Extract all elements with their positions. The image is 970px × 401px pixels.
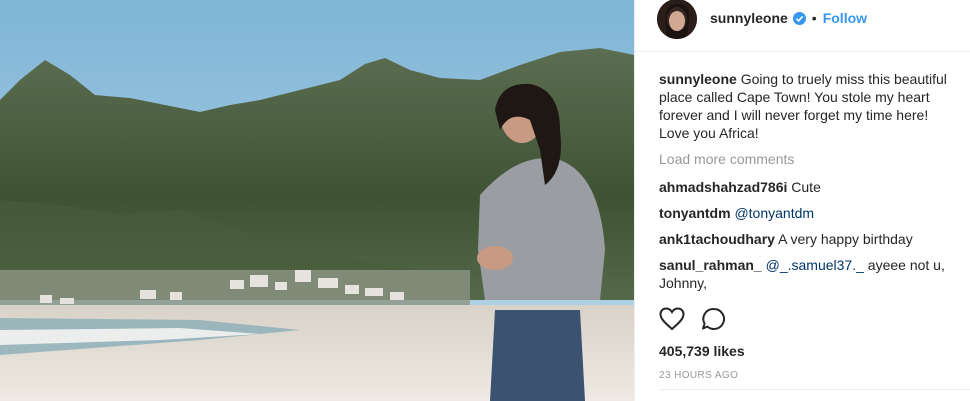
comment-item: tonyantdm @tonyantdm [659,204,959,222]
footer-divider [659,389,970,390]
post-photo[interactable] [0,0,634,401]
author-username[interactable]: sunnyleone [710,10,788,26]
comment-item: sanul_rahman_ @_.samuel37._ ayeee not u,… [659,256,959,292]
beach-mountain-photo [0,0,634,401]
comment-mention-link[interactable]: @tonyantdm [734,205,814,221]
comment-bubble-icon[interactable] [701,307,727,336]
follow-button[interactable]: Follow [823,10,867,26]
post-header: sunnyleone • Follow [635,0,970,39]
comment-username[interactable]: tonyantdm [659,205,731,221]
verified-badge-icon [792,12,806,25]
post-side-panel: sunnyleone • Follow sunnyleone Going to … [634,0,970,401]
comment-text: A very happy birthday [778,231,913,247]
avatar-image [657,0,697,39]
comment-item: ahmadshahzad786i Cute [659,178,959,196]
avatar[interactable] [657,0,697,39]
load-more-comments-button[interactable]: Load more comments [659,150,959,168]
comment-text: Cute [791,179,821,195]
comments-section: sunnyleone Going to truely miss this bea… [659,70,959,300]
comment-username[interactable]: ank1tachoudhary [659,231,775,247]
post-actions [659,307,727,336]
post-timestamp: 23 HOURS AGO [659,370,739,381]
heart-icon[interactable] [659,307,685,336]
comment-username[interactable]: sanul_rahman_ [659,257,762,273]
comment-mention-link[interactable]: @_.samuel37._ [766,257,864,273]
caption-username[interactable]: sunnyleone [659,71,737,87]
header-divider [635,51,970,52]
separator-dot: • [811,9,817,26]
caption: sunnyleone Going to truely miss this bea… [659,70,959,142]
instagram-post: sunnyleone • Follow sunnyleone Going to … [0,0,970,401]
comment-item: ank1tachoudhary A very happy birthday [659,230,959,248]
comment-username[interactable]: ahmadshahzad786i [659,179,787,195]
likes-count[interactable]: 405,739 likes [659,343,745,359]
